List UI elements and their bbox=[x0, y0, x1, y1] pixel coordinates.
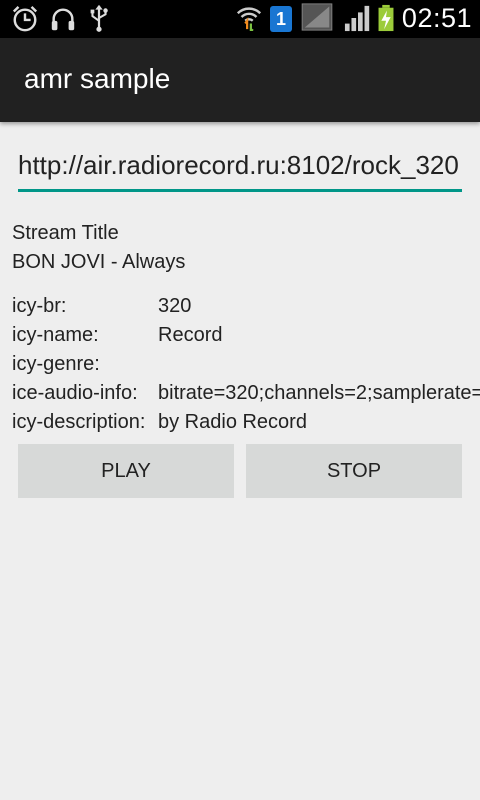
sim-1-icon: 1 bbox=[270, 6, 292, 32]
stream-url-input[interactable] bbox=[18, 148, 462, 192]
sim-label: 1 bbox=[275, 9, 286, 29]
metadata-key: icy-name: bbox=[12, 324, 99, 346]
metadata-key: icy-description: bbox=[12, 411, 146, 433]
app-bar: amr sample bbox=[0, 38, 480, 122]
stop-button[interactable]: STOP bbox=[246, 444, 462, 498]
metadata-key: ice-audio-info: bbox=[12, 382, 138, 404]
metadata-value: 320 bbox=[158, 295, 192, 317]
status-bar: 1 02:51 bbox=[0, 0, 480, 38]
metadata-key: icy-genre: bbox=[12, 353, 100, 375]
signal-empty-icon bbox=[301, 3, 333, 31]
metadata-key: icy-br: bbox=[12, 295, 67, 317]
headphones-icon bbox=[51, 8, 75, 31]
stream-title-heading: Stream Title bbox=[12, 222, 119, 244]
stream-title-value: BON JOVI - Always bbox=[12, 251, 186, 273]
app-title: amr sample bbox=[24, 63, 171, 94]
clock: 02:51 bbox=[401, 3, 472, 33]
signal-icon bbox=[344, 5, 370, 32]
metadata-value: bitrate=320;channels=2;samplerate=44100 bbox=[158, 382, 480, 404]
metadata-value: by Radio Record bbox=[158, 411, 307, 433]
usb-icon bbox=[90, 4, 108, 32]
metadata-value: Record bbox=[158, 324, 223, 346]
wifi-icon bbox=[236, 7, 262, 31]
alarm-icon bbox=[12, 6, 38, 32]
battery-charging-icon bbox=[378, 4, 394, 32]
play-button[interactable]: PLAY bbox=[18, 444, 234, 498]
